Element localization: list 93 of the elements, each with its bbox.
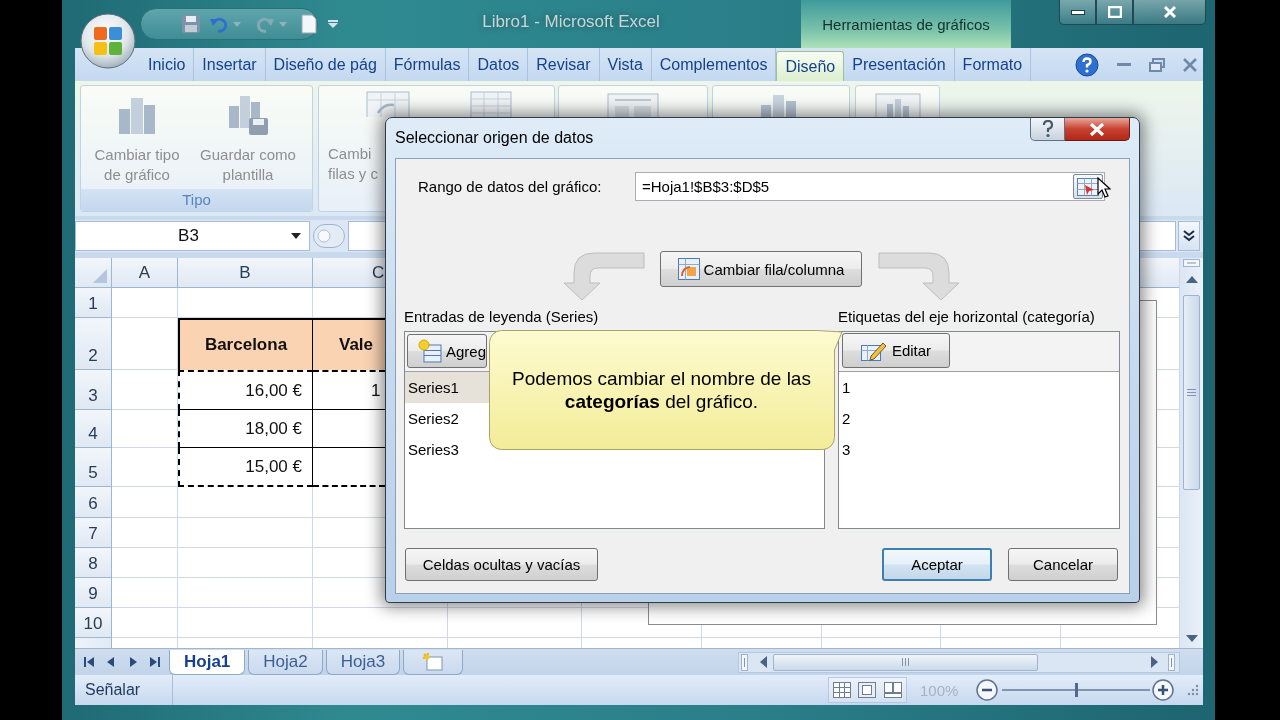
callout: Podemos cambiar el nombre de las categorías del gráfico. <box>489 330 843 450</box>
row-header[interactable]: 6 <box>75 487 112 518</box>
scroll-up-icon[interactable] <box>1185 276 1198 283</box>
restore-icon[interactable] <box>1149 57 1165 72</box>
caret-down-icon[interactable] <box>291 233 301 239</box>
split-handle-icon[interactable] <box>741 653 748 671</box>
categories-label: Etiquetas del eje horizontal (categoría) <box>838 307 1096 327</box>
scrollbar-thumb[interactable] <box>773 653 1038 671</box>
row-header[interactable]: 8 <box>75 548 112 578</box>
add-button[interactable]: Agreg <box>407 334 487 368</box>
horizontal-scrollbar[interactable] <box>738 651 1180 673</box>
row-header[interactable]: 1 <box>75 288 112 318</box>
close-button[interactable] <box>1065 118 1130 141</box>
last-sheet-icon[interactable] <box>149 656 161 668</box>
scroll-left-icon[interactable] <box>760 656 767 668</box>
page-layout-view-icon[interactable] <box>858 682 877 698</box>
double-chevron-icon <box>1183 230 1195 242</box>
zoom-in-icon[interactable] <box>1152 679 1174 701</box>
blank-page-icon[interactable] <box>301 14 317 34</box>
split-handle-icon[interactable] <box>1168 653 1175 671</box>
table-header-cell: Barcelona <box>178 318 313 370</box>
help-button[interactable] <box>1030 118 1065 141</box>
zoom-out-icon[interactable] <box>976 679 998 701</box>
row-header[interactable]: 3 <box>75 370 112 410</box>
split-handle-icon[interactable] <box>1183 259 1200 267</box>
insert-sheet-tab[interactable] <box>403 649 464 675</box>
row-header[interactable]: 7 <box>75 518 112 548</box>
maximize-icon <box>1107 6 1122 18</box>
slider-thumb[interactable] <box>1075 683 1078 697</box>
list-star-icon <box>418 339 442 363</box>
bar-chart-floppy-icon <box>227 94 269 136</box>
dialog-title: Seleccionar origen de datos <box>395 129 594 147</box>
table-icon <box>470 91 512 117</box>
resize-grip-icon[interactable] <box>1187 684 1199 696</box>
table-arrows-icon <box>366 91 410 117</box>
table-arrow-icon <box>1077 177 1099 196</box>
grid-view-icon[interactable] <box>832 682 851 698</box>
close-button[interactable] <box>1133 0 1206 25</box>
minimize-icon <box>1070 9 1085 15</box>
close-icon <box>1162 6 1177 18</box>
range-label: Rango de datos del gráfico: <box>418 178 603 195</box>
close-icon[interactable] <box>1183 57 1197 72</box>
ribbon-tab[interactable]: Diseño <box>776 51 845 81</box>
table-cell: 1 <box>313 370 385 410</box>
sheet-tab[interactable]: Hoja3 <box>325 649 401 675</box>
expand-button[interactable] <box>1178 221 1200 251</box>
maximize-button[interactable] <box>1096 0 1133 25</box>
minimize-icon[interactable] <box>1117 62 1131 67</box>
row-header[interactable]: 2 <box>75 318 112 370</box>
minimize-button[interactable] <box>1059 0 1096 25</box>
framed-chart-icon <box>874 93 921 117</box>
row-header[interactable]: 9 <box>75 578 112 608</box>
scroll-right-icon[interactable] <box>1151 656 1158 668</box>
table-header-cell: Vale <box>313 318 385 370</box>
group-label: Tipo <box>81 189 312 211</box>
first-sheet-icon[interactable] <box>83 656 95 668</box>
edit-button[interactable]: Editar <box>842 333 950 368</box>
previous-sheet-icon[interactable] <box>105 656 117 668</box>
table-cell: 16,00 € <box>178 370 313 410</box>
sheet-tab[interactable]: Hoja2 <box>248 649 323 675</box>
series-item[interactable]: Series2 <box>405 403 489 434</box>
customize-caret-icon[interactable] <box>328 20 338 28</box>
hidden-cells-button[interactable]: Celdas ocultas y vacías <box>405 548 598 581</box>
sheet-tab[interactable]: Hoja1 <box>169 649 246 675</box>
window-layout-icon <box>607 93 659 119</box>
contextual-tab-title: Herramientas de gráficos <box>801 0 1011 48</box>
dialog-button[interactable]: Cancelar <box>1008 548 1118 581</box>
table-cell: 18,00 € <box>178 410 313 448</box>
close-icon <box>1089 122 1105 136</box>
series-label: Entradas de leyenda (Series) <box>404 307 600 327</box>
switch-row-column-button[interactable]: Cambiar fila/columna <box>660 251 862 287</box>
status-mode: Señalar <box>85 681 141 699</box>
series-item[interactable]: Series3 <box>405 434 489 465</box>
series-item[interactable]: Series1 <box>405 372 489 403</box>
page-break-view-icon[interactable] <box>884 682 903 698</box>
row-header[interactable]: 10 <box>75 608 112 638</box>
pill-handle-icon[interactable] <box>313 224 345 248</box>
window-title: Libro1 - Microsoft Excel <box>482 12 660 32</box>
dialog-button[interactable]: Aceptar <box>882 548 992 581</box>
question-icon <box>1041 120 1054 138</box>
row-header[interactable]: 4 <box>75 410 112 448</box>
table-swap-icon <box>677 258 700 280</box>
mouse-cursor-icon <box>1097 177 1111 199</box>
next-sheet-icon[interactable] <box>127 656 139 668</box>
vertical-scrollbar[interactable] <box>1180 258 1203 648</box>
row-header[interactable]: 5 <box>75 448 112 487</box>
help-icon[interactable] <box>1075 52 1099 77</box>
table-cell: 15,00 € <box>178 448 313 487</box>
scroll-down-icon[interactable] <box>1185 635 1198 642</box>
new-sheet-icon <box>422 652 445 671</box>
range-field[interactable]: =Hoja1!$B$3:$D$5 <box>635 172 1105 201</box>
name-box[interactable]: B3 <box>75 221 310 251</box>
scrollbar-thumb[interactable] <box>1183 295 1200 490</box>
